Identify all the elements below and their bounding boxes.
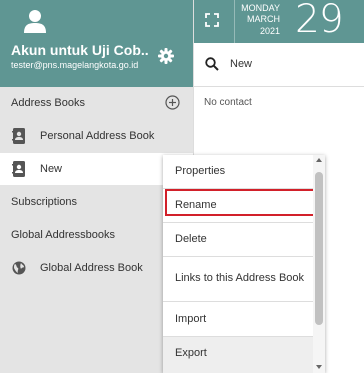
account-header: Akun untuk Uji Cob... tester@pns.magelan… <box>0 0 193 87</box>
menu-scrollbar[interactable] <box>313 155 325 373</box>
search-input[interactable]: New <box>230 58 252 70</box>
sidebar-item-label: Global Address Book <box>40 262 143 274</box>
gear-icon[interactable] <box>158 48 174 64</box>
menu-item-delete[interactable]: Delete <box>163 223 313 256</box>
search-bar[interactable]: New <box>194 43 364 87</box>
expand-icon[interactable] <box>205 13 219 27</box>
scroll-up-icon[interactable] <box>316 157 322 163</box>
date-day: 29 <box>295 0 344 42</box>
context-menu: Properties Rename Delete Links to this A… <box>163 155 325 373</box>
sidebar-item-personal-address-book[interactable]: Personal Address Book <box>0 120 193 152</box>
menu-item-import[interactable]: Import <box>163 303 313 336</box>
date-weekday: MONDAY <box>241 3 280 13</box>
add-address-book-icon[interactable] <box>165 95 180 110</box>
globe-icon <box>12 261 26 275</box>
subscriptions-heading: Subscriptions <box>11 196 78 208</box>
scroll-thumb[interactable] <box>315 172 323 325</box>
menu-item-links[interactable]: Links to this Address Book <box>163 262 313 295</box>
search-icon[interactable] <box>205 57 219 71</box>
date-year: 2021 <box>259 26 280 36</box>
date-month: MARCH <box>247 14 280 24</box>
contact-card-icon <box>12 128 25 144</box>
address-books-heading: Address Books <box>11 97 85 109</box>
date-divider <box>234 0 235 43</box>
sidebar-item-label: Personal Address Book <box>40 130 155 142</box>
contact-card-icon <box>12 161 25 177</box>
account-email: tester@pns.magelangkota.go.id <box>11 60 139 70</box>
menu-divider <box>163 256 313 257</box>
menu-item-properties[interactable]: Properties <box>163 155 313 188</box>
empty-state-text: No contact <box>204 97 252 108</box>
user-icon <box>24 10 46 33</box>
global-addressbooks-heading: Global Addressbooks <box>11 229 115 241</box>
account-name: Akun untuk Uji Cob... <box>11 42 149 58</box>
date-bar: MONDAY MARCH 2021 29 <box>194 0 364 43</box>
sidebar-item-label: New <box>40 163 63 175</box>
rename-highlight-box <box>165 189 315 216</box>
menu-item-export[interactable]: Export <box>163 337 313 373</box>
scroll-down-icon[interactable] <box>316 364 322 370</box>
menu-divider <box>163 301 313 302</box>
